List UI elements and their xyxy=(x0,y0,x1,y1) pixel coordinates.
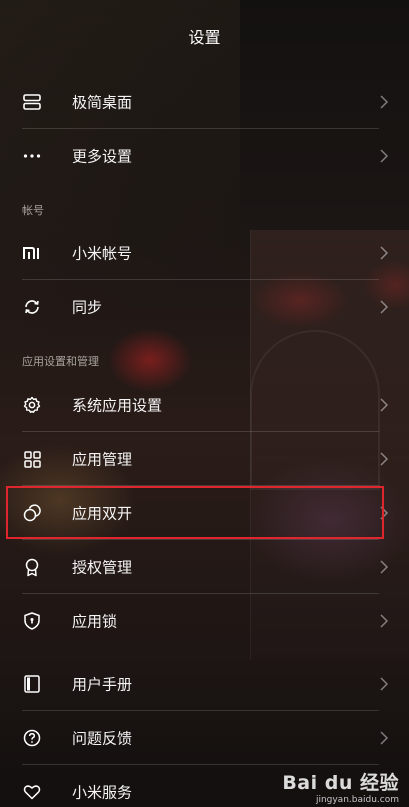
chevron-right-icon xyxy=(380,560,389,574)
section-header-account: 帐号 xyxy=(22,204,44,217)
row-feedback[interactable]: 问题反馈 xyxy=(0,711,409,765)
row-app-lock[interactable]: 应用锁 xyxy=(0,594,409,648)
row-authorization-management[interactable]: 授权管理 xyxy=(0,540,409,594)
row-label: 小米帐号 xyxy=(72,244,133,263)
chevron-right-icon xyxy=(380,149,389,163)
row-label: 授权管理 xyxy=(72,558,133,577)
chevron-right-icon xyxy=(380,95,389,109)
row-user-manual[interactable]: 用户手册 xyxy=(0,657,409,711)
chevron-right-icon xyxy=(380,398,389,412)
chevron-right-icon xyxy=(380,246,389,260)
badge-icon xyxy=(22,557,42,577)
mi-logo-icon xyxy=(22,243,42,263)
row-label: 小米服务 xyxy=(72,783,133,802)
row-more-settings[interactable]: 更多设置 xyxy=(0,129,409,183)
row-system-app-settings[interactable]: 系统应用设置 xyxy=(0,378,409,432)
question-icon xyxy=(22,728,42,748)
row-mi-account[interactable]: 小米帐号 xyxy=(0,226,409,280)
watermark-logo-text: Bai du 经验 xyxy=(282,772,399,794)
heart-icon xyxy=(22,782,42,802)
chevron-right-icon xyxy=(380,614,389,628)
page-title: 设置 xyxy=(188,28,221,47)
chevron-right-icon xyxy=(380,300,389,314)
watermark-url: jingyan.baidu.com xyxy=(315,795,399,805)
row-simple-desktop[interactable]: 极简桌面 xyxy=(0,75,409,129)
row-label: 同步 xyxy=(72,298,103,317)
book-icon xyxy=(22,674,42,694)
chevron-right-icon xyxy=(380,452,389,466)
grid-icon xyxy=(22,449,42,469)
more-dots-icon xyxy=(22,146,42,166)
row-app-management[interactable]: 应用管理 xyxy=(0,432,409,486)
row-label: 更多设置 xyxy=(72,147,133,166)
section-header-apps: 应用设置和管理 xyxy=(22,355,99,368)
sync-icon xyxy=(22,297,42,317)
simple-desktop-icon xyxy=(22,92,42,112)
gear-icon xyxy=(22,395,42,415)
row-sync[interactable]: 同步 xyxy=(0,280,409,334)
row-label: 应用管理 xyxy=(72,450,133,469)
watermark: Bai du 经验 jingyan.baidu.com xyxy=(282,768,399,805)
row-label: 用户手册 xyxy=(72,675,133,694)
chevron-right-icon xyxy=(380,677,389,691)
chevron-right-icon xyxy=(380,731,389,745)
row-label: 应用锁 xyxy=(72,612,118,631)
row-label: 系统应用设置 xyxy=(72,396,163,415)
row-label: 问题反馈 xyxy=(72,729,133,748)
shield-lock-icon xyxy=(22,611,42,631)
highlight-box xyxy=(6,486,384,539)
row-label: 极简桌面 xyxy=(72,93,133,112)
